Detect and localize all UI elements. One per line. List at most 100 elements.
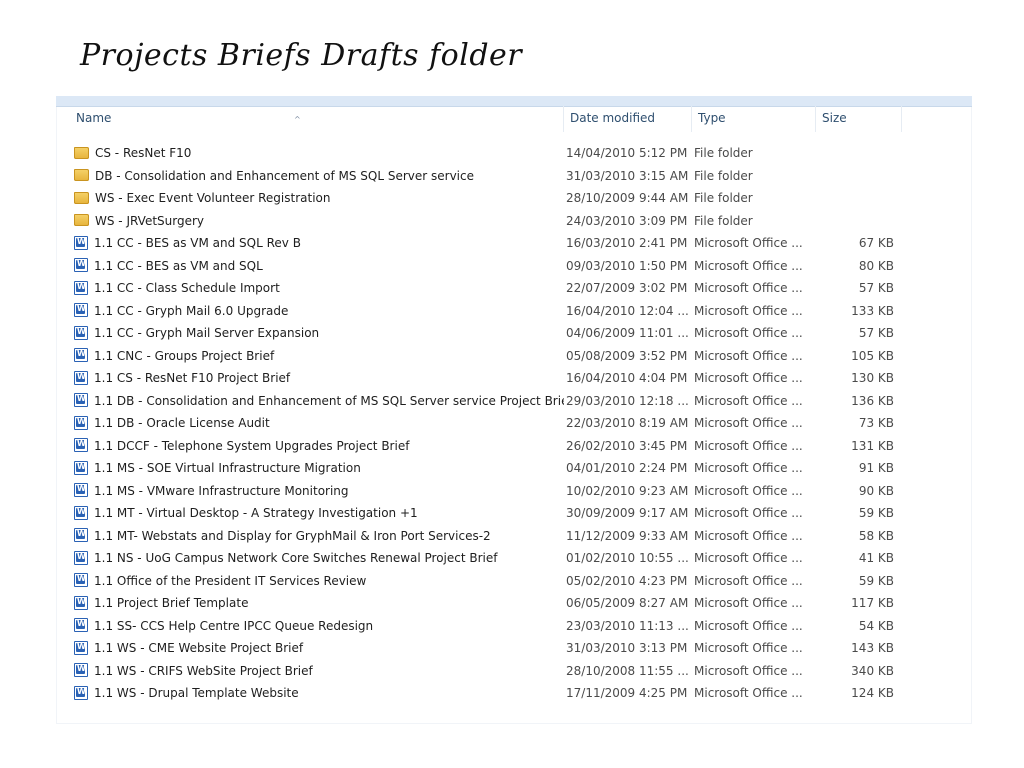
folder-row[interactable]: CS - ResNet F10 14/04/2010 5:12 PM File fo… — [56, 142, 972, 165]
file-name: 1.1 WS - CRIFS WebSite Project Brief — [94, 663, 313, 678]
file-row[interactable]: 1.1 CC - BES as VM and SQL 09/03/2010 1:5… — [56, 255, 972, 278]
word-doc-icon — [74, 370, 88, 385]
size-cell: 133 KB — [851, 303, 894, 318]
file-row[interactable]: 1.1 DCCF - Telephone System Upgrades Pro… — [56, 435, 972, 458]
date-modified-cell: 17/11/2009 4:25 PM — [566, 686, 688, 700]
file-row[interactable]: 1.1 CC - BES as VM and SQL Rev B 16/03/20… — [56, 232, 972, 255]
type-cell: Microsoft Office ... — [694, 596, 803, 610]
type-cell: Microsoft Office ... — [694, 528, 803, 543]
date-modified-cell: 04/06/2009 11:01 ... — [566, 326, 689, 340]
column-header-name[interactable]: Name ^ — [70, 106, 564, 132]
type-cell: Microsoft Office ... — [694, 281, 803, 295]
date-modified-cell: 16/04/2010 12:04 ... — [566, 303, 689, 318]
file-name: 1.1 CC - Gryph Mail Server Expansion — [94, 326, 320, 340]
file-name-cell: 1.1 WS - Drupal Template Website — [74, 682, 564, 704]
file-row[interactable]: 1.1 WS - Drupal Template Website 17/11/20… — [56, 682, 972, 705]
word-doc-icon — [74, 505, 88, 520]
word-doc-icon — [74, 325, 88, 340]
size-cell: 54 KB — [858, 618, 894, 633]
file-name-cell: 1.1 CC - Gryph Mail Server Expansion — [74, 322, 564, 344]
file-row[interactable]: 1.1 SS- CCS Help Centre IPCC Queue Redes… — [56, 615, 972, 638]
column-header-type[interactable]: Type — [692, 106, 816, 132]
word-doc-icon — [74, 280, 88, 295]
slide-title: Projects Briefs Drafts folder — [80, 38, 523, 73]
folder-icon — [74, 214, 89, 226]
folder-row[interactable]: WS - Exec Event Volunteer Registration 28… — [56, 187, 972, 210]
file-name: 1.1 CNC - Groups Project Brief — [94, 348, 275, 363]
file-name-cell: 1.1 WS - CRIFS WebSite Project Brief — [74, 660, 564, 682]
file-name-cell: 1.1 MS - SOE Virtual Infrastructure Migr… — [74, 457, 564, 479]
column-header-row: Name ^ Date modified Type Size — [56, 106, 972, 132]
size-cell: 131 KB — [851, 438, 894, 453]
file-row[interactable]: 1.1 MS - VMware Infrastructure Monitorin… — [56, 480, 972, 503]
file-row[interactable]: 1.1 CC - Gryph Mail 6.0 Upgrade 16/04/201… — [56, 300, 972, 323]
file-name: 1.1 CC - Gryph Mail 6.0 Upgrade — [94, 303, 289, 318]
file-name: 1.1 NS - UoG Campus Network Core Switche… — [94, 551, 498, 565]
word-doc-icon — [74, 595, 88, 610]
folder-row[interactable]: DB - Consolidation and Enhancement of MS… — [56, 165, 972, 188]
file-name: DB - Consolidation and Enhancement of MS… — [95, 168, 474, 183]
file-row[interactable]: 1.1 CC - Class Schedule Import 22/07/2009… — [56, 277, 972, 300]
file-row[interactable]: 1.1 DB - Consolidation and Enhancement o… — [56, 390, 972, 413]
date-modified-cell: 28/10/2009 9:44 AM — [566, 191, 689, 205]
size-cell: 105 KB — [851, 348, 894, 363]
file-row[interactable]: 1.1 Project Brief Template 06/05/2009 8:2… — [56, 592, 972, 615]
file-name-cell: 1.1 DB - Consolidation and Enhancement o… — [74, 390, 564, 412]
date-modified-cell: 16/03/2010 2:41 PM — [566, 236, 688, 250]
file-name: 1.1 Office of the President IT Services … — [94, 573, 367, 588]
file-name-cell: 1.1 CC - BES as VM and SQL Rev B — [74, 232, 564, 254]
file-row[interactable]: 1.1 MT - Virtual Desktop - A Strategy In… — [56, 502, 972, 525]
file-name: 1.1 DB - Consolidation and Enhancement o… — [94, 393, 564, 408]
size-cell: 80 KB — [858, 258, 894, 273]
file-name-cell: DB - Consolidation and Enhancement of MS… — [74, 165, 564, 187]
date-modified-cell: 26/02/2010 3:45 PM — [566, 438, 688, 453]
file-row[interactable]: 1.1 MT- Webstats and Display for GryphMa… — [56, 525, 972, 548]
size-cell: 117 KB — [851, 596, 894, 610]
file-row[interactable]: 1.1 NS - UoG Campus Network Core Switche… — [56, 547, 972, 570]
file-row[interactable]: 1.1 CC - Gryph Mail Server Expansion 04/0… — [56, 322, 972, 345]
date-modified-cell: 31/03/2010 3:15 AM — [566, 168, 689, 183]
size-cell: 58 KB — [858, 528, 894, 543]
file-name: 1.1 WS - CME Website Project Brief — [94, 641, 304, 655]
file-row[interactable]: 1.1 WS - CRIFS WebSite Project Brief 28/1… — [56, 660, 972, 683]
file-row[interactable]: 1.1 CNC - Groups Project Brief 05/08/2009… — [56, 345, 972, 368]
size-cell — [816, 210, 894, 232]
size-cell: 143 KB — [851, 641, 894, 655]
file-rows: CS - ResNet F10 14/04/2010 5:12 PM File fo… — [56, 142, 972, 705]
file-row[interactable]: 1.1 CS - ResNet F10 Project Brief 16/04/2… — [56, 367, 972, 390]
date-modified-cell: 24/03/2010 3:09 PM — [566, 213, 688, 228]
folder-icon — [74, 191, 89, 204]
date-modified-cell: 01/02/2010 10:55 ... — [566, 551, 689, 565]
word-doc-icon — [74, 393, 88, 407]
file-name: 1.1 Project Brief Template — [94, 596, 249, 610]
file-name: 1.1 MT - Virtual Desktop - A Strategy In… — [94, 506, 418, 520]
file-name-cell: 1.1 CC - BES as VM and SQL — [74, 255, 564, 277]
size-cell: 67 KB — [858, 236, 894, 250]
file-row[interactable]: 1.1 DB - Oracle License Audit 22/03/2010 … — [56, 412, 972, 435]
column-header-date-modified[interactable]: Date modified — [564, 106, 692, 132]
file-name-cell: CS - ResNet F10 — [74, 142, 564, 164]
file-row[interactable]: 1.1 WS - CME Website Project Brief 31/03/… — [56, 637, 972, 660]
word-doc-icon — [74, 483, 88, 497]
folder-icon — [74, 169, 89, 181]
file-name-cell: 1.1 CC - Gryph Mail 6.0 Upgrade — [74, 300, 564, 322]
file-row[interactable]: 1.1 MS - SOE Virtual Infrastructure Migr… — [56, 457, 972, 480]
type-cell: Microsoft Office ... — [694, 303, 803, 318]
size-cell — [816, 165, 894, 187]
column-header-size[interactable]: Size — [816, 106, 902, 132]
date-modified-cell: 06/05/2009 8:27 AM — [566, 596, 689, 610]
type-cell: File folder — [694, 146, 753, 160]
type-cell: Microsoft Office ... — [694, 236, 803, 250]
folder-row[interactable]: WS - JRVetSurgery 24/03/2010 3:09 PM File … — [56, 210, 972, 233]
file-name: 1.1 CS - ResNet F10 Project Brief — [94, 371, 291, 385]
file-name: 1.1 MS - SOE Virtual Infrastructure Migr… — [94, 461, 361, 475]
size-cell: 90 KB — [858, 483, 894, 498]
word-doc-icon — [74, 528, 88, 542]
type-cell: File folder — [694, 213, 753, 228]
word-doc-icon — [74, 348, 88, 362]
file-row[interactable]: 1.1 Office of the President IT Services … — [56, 570, 972, 593]
word-doc-icon — [74, 573, 88, 587]
size-cell: 130 KB — [851, 371, 894, 385]
file-name-cell: 1.1 Project Brief Template — [74, 592, 564, 614]
type-cell: Microsoft Office ... — [694, 663, 803, 678]
